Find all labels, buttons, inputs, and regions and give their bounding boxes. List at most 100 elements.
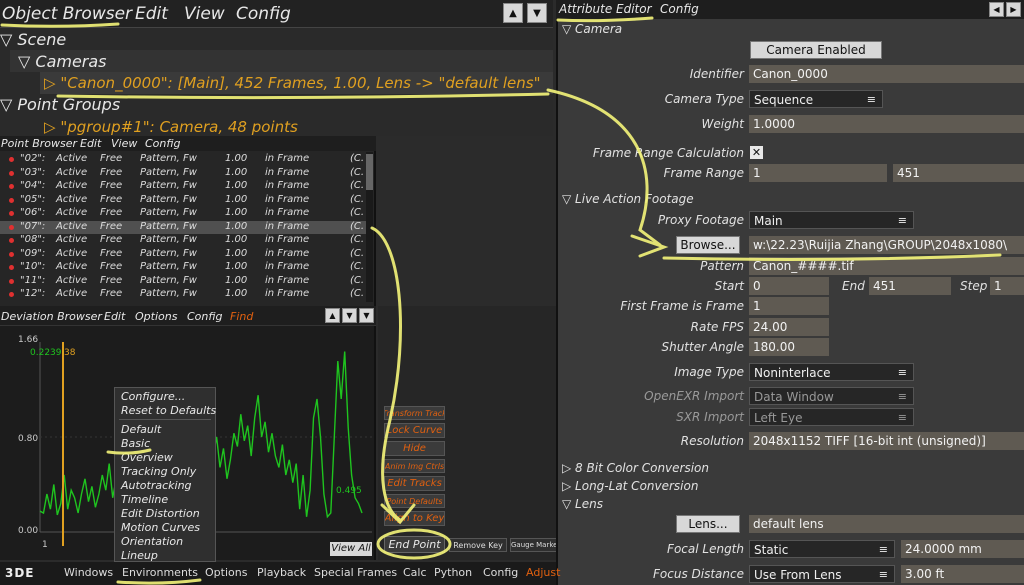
camera-section[interactable]: ▽ Camera	[562, 22, 622, 36]
right-button[interactable]: ▶	[1006, 2, 1021, 17]
rate-fps-field[interactable]: 24.00	[749, 318, 829, 336]
focus-distance-type-select[interactable]: Use From Lens ≡	[749, 565, 895, 583]
point-row[interactable]: "02": Active Free Pattern, Fw 1.00 in Frame (C…	[0, 153, 372, 166]
menu-view[interactable]: View	[184, 4, 225, 24]
proxy-footage-select[interactable]: Main ≡	[749, 211, 914, 229]
align-to-key-button[interactable]: Align to Key	[384, 511, 445, 526]
menu-config[interactable]: Config	[483, 566, 518, 579]
menu-view[interactable]: View	[111, 137, 137, 150]
menu-item-default[interactable]: Default	[121, 423, 161, 436]
scroll-down-button[interactable]: ▼	[527, 3, 547, 23]
point-row[interactable]: "03": Active Free Pattern, Fw 1.00 in Frame (C…	[0, 167, 372, 180]
point-row[interactable]: "05": Active Free Pattern, Fw 1.00 in Frame (C…	[0, 194, 372, 207]
menu-environments[interactable]: Environments	[122, 566, 198, 579]
left-button[interactable]: ◀	[989, 2, 1004, 17]
camera-enabled-button[interactable]: Camera Enabled	[750, 41, 882, 59]
frame-range-start-field[interactable]: 1	[749, 164, 887, 182]
sxr-select[interactable]: Left Eye ≡	[749, 408, 914, 426]
bit8-section[interactable]: ▷ 8 Bit Color Conversion	[562, 461, 709, 475]
up-button[interactable]: ▲	[325, 308, 340, 323]
menu-item-overview[interactable]: Overview	[121, 451, 173, 464]
menu-options[interactable]: Options	[205, 566, 247, 579]
end-field[interactable]: 451	[869, 277, 951, 295]
remove-key-button[interactable]: Remove Key	[449, 538, 507, 552]
menu-object-browser[interactable]: Object Browser	[2, 4, 132, 24]
menu-item-lineup[interactable]: Lineup	[121, 549, 158, 562]
point-row[interactable]: "08": Active Free Pattern, Fw 1.00 in Frame (C…	[0, 234, 372, 247]
menu-edit[interactable]: Edit	[104, 310, 125, 323]
lens-section[interactable]: ▽ Lens	[562, 497, 603, 511]
menu-edit[interactable]: Edit	[80, 137, 101, 150]
menu-config[interactable]: Config	[145, 137, 180, 150]
identifier-field[interactable]: Canon_0000	[749, 65, 1024, 83]
frame-range-calc-checkbox[interactable]: ✕	[750, 146, 763, 159]
hide-button[interactable]: Hide	[384, 441, 445, 456]
edit-tracks-button[interactable]: Edit Tracks	[384, 476, 445, 491]
menu-adjust[interactable]: Adjust	[526, 566, 560, 579]
browse-button[interactable]: Browse...	[676, 236, 740, 254]
tree-scene[interactable]: ▽ Scene	[0, 30, 66, 49]
live-action-section[interactable]: ▽ Live Action Footage	[562, 192, 694, 206]
shutter-angle-field[interactable]: 180.00	[749, 338, 829, 356]
menu-item-orientation[interactable]: Orientation	[121, 535, 183, 548]
menu-attribute-editor[interactable]: Attribute Editor	[559, 2, 652, 16]
view-all-button[interactable]: View All	[330, 542, 372, 556]
lock-curve-button[interactable]: Lock Curve	[384, 423, 445, 438]
first-frame-field[interactable]: 1	[749, 297, 829, 315]
weight-field[interactable]: 1.0000	[749, 115, 1024, 133]
menu-item-motion-curves[interactable]: Motion Curves	[121, 521, 200, 534]
point-row[interactable]: "10": Active Free Pattern, Fw 1.00 in Frame (C…	[0, 261, 372, 274]
menu-calc[interactable]: Calc	[403, 566, 427, 579]
focus-distance-field[interactable]: 3.00 ft	[901, 565, 1024, 583]
menu-point-browser[interactable]: Point Browser	[1, 137, 77, 150]
menu-windows[interactable]: Windows	[64, 566, 113, 579]
menu-edit[interactable]: Edit	[135, 4, 168, 24]
longlat-section[interactable]: ▷ Long-Lat Conversion	[562, 479, 698, 493]
end-point-button[interactable]: End Point	[384, 536, 445, 553]
menu-button[interactable]: ▼	[359, 308, 374, 323]
step-field[interactable]: 1	[990, 277, 1024, 295]
focal-length-type-select[interactable]: Static ≡	[749, 540, 895, 558]
menu-special-frames[interactable]: Special Frames	[314, 566, 397, 579]
image-type-select[interactable]: Noninterlace ≡	[749, 363, 914, 381]
menu-item-timeline[interactable]: Timeline	[121, 493, 168, 506]
pattern-field[interactable]: Canon_####.tif	[749, 257, 1024, 275]
lens-button[interactable]: Lens...	[676, 515, 740, 533]
focal-length-field[interactable]: 24.0000 mm	[901, 540, 1024, 558]
point-row[interactable]: "04": Active Free Pattern, Fw 1.00 in Frame (C…	[0, 180, 372, 193]
menu-python[interactable]: Python	[434, 566, 472, 579]
menu-playback[interactable]: Playback	[257, 566, 306, 579]
lens-field[interactable]: default lens	[749, 515, 1024, 533]
menu-find[interactable]: Find	[230, 310, 253, 323]
openexr-select[interactable]: Data Window ≡	[749, 387, 914, 405]
menu-item-tracking-only[interactable]: Tracking Only	[121, 465, 196, 478]
anim-img-ctrls-button[interactable]: Anim Img Ctrls	[384, 459, 445, 473]
point-row[interactable]: "12": Active Free Pattern, Fw 1.00 in Frame (C…	[0, 288, 372, 301]
menu-deviation-browser[interactable]: Deviation Browser	[1, 310, 102, 323]
point-row[interactable]: "09": Active Free Pattern, Fw 1.00 in Frame (C…	[0, 248, 372, 261]
camera-item[interactable]: ▷ "Canon_0000": [Main], 452 Frames, 1.00…	[44, 74, 541, 92]
tree-point-groups[interactable]: ▽ Point Groups	[0, 95, 120, 114]
scrollbar-thumb[interactable]	[366, 154, 373, 190]
menu-options[interactable]: Options	[135, 310, 177, 323]
menu-config[interactable]: Config	[236, 4, 291, 24]
scroll-up-button[interactable]: ▲	[503, 3, 523, 23]
point-list-scrollbar[interactable]	[366, 152, 373, 302]
tree-cameras[interactable]: ▽ Cameras	[18, 52, 107, 71]
menu-item-autotracking[interactable]: Autotracking	[121, 479, 192, 492]
transform-track-button[interactable]: Transform Track	[384, 406, 445, 420]
camera-type-select[interactable]: Sequence ≡	[749, 90, 883, 108]
down-button[interactable]: ▼	[342, 308, 357, 323]
menu-item-reset-defaults[interactable]: Reset to Defaults	[121, 404, 216, 417]
start-field[interactable]: 0	[749, 277, 829, 295]
point-defaults-button[interactable]: Point Defaults	[384, 494, 445, 508]
menu-config[interactable]: Config	[187, 310, 222, 323]
menu-item-edit-distortion[interactable]: Edit Distortion	[121, 507, 200, 520]
point-row[interactable]: "06": Active Free Pattern, Fw 1.00 in Frame (C…	[0, 207, 372, 220]
menu-config[interactable]: Config	[660, 2, 699, 16]
menu-item-basic[interactable]: Basic	[121, 437, 150, 450]
gauge-marker-button[interactable]: Gauge Marker	[510, 538, 560, 552]
menu-item-configure[interactable]: Configure...	[121, 390, 185, 403]
point-row[interactable]: "11": Active Free Pattern, Fw 1.00 in Frame (C…	[0, 275, 372, 288]
frame-range-end-field[interactable]: 451	[893, 164, 1024, 182]
